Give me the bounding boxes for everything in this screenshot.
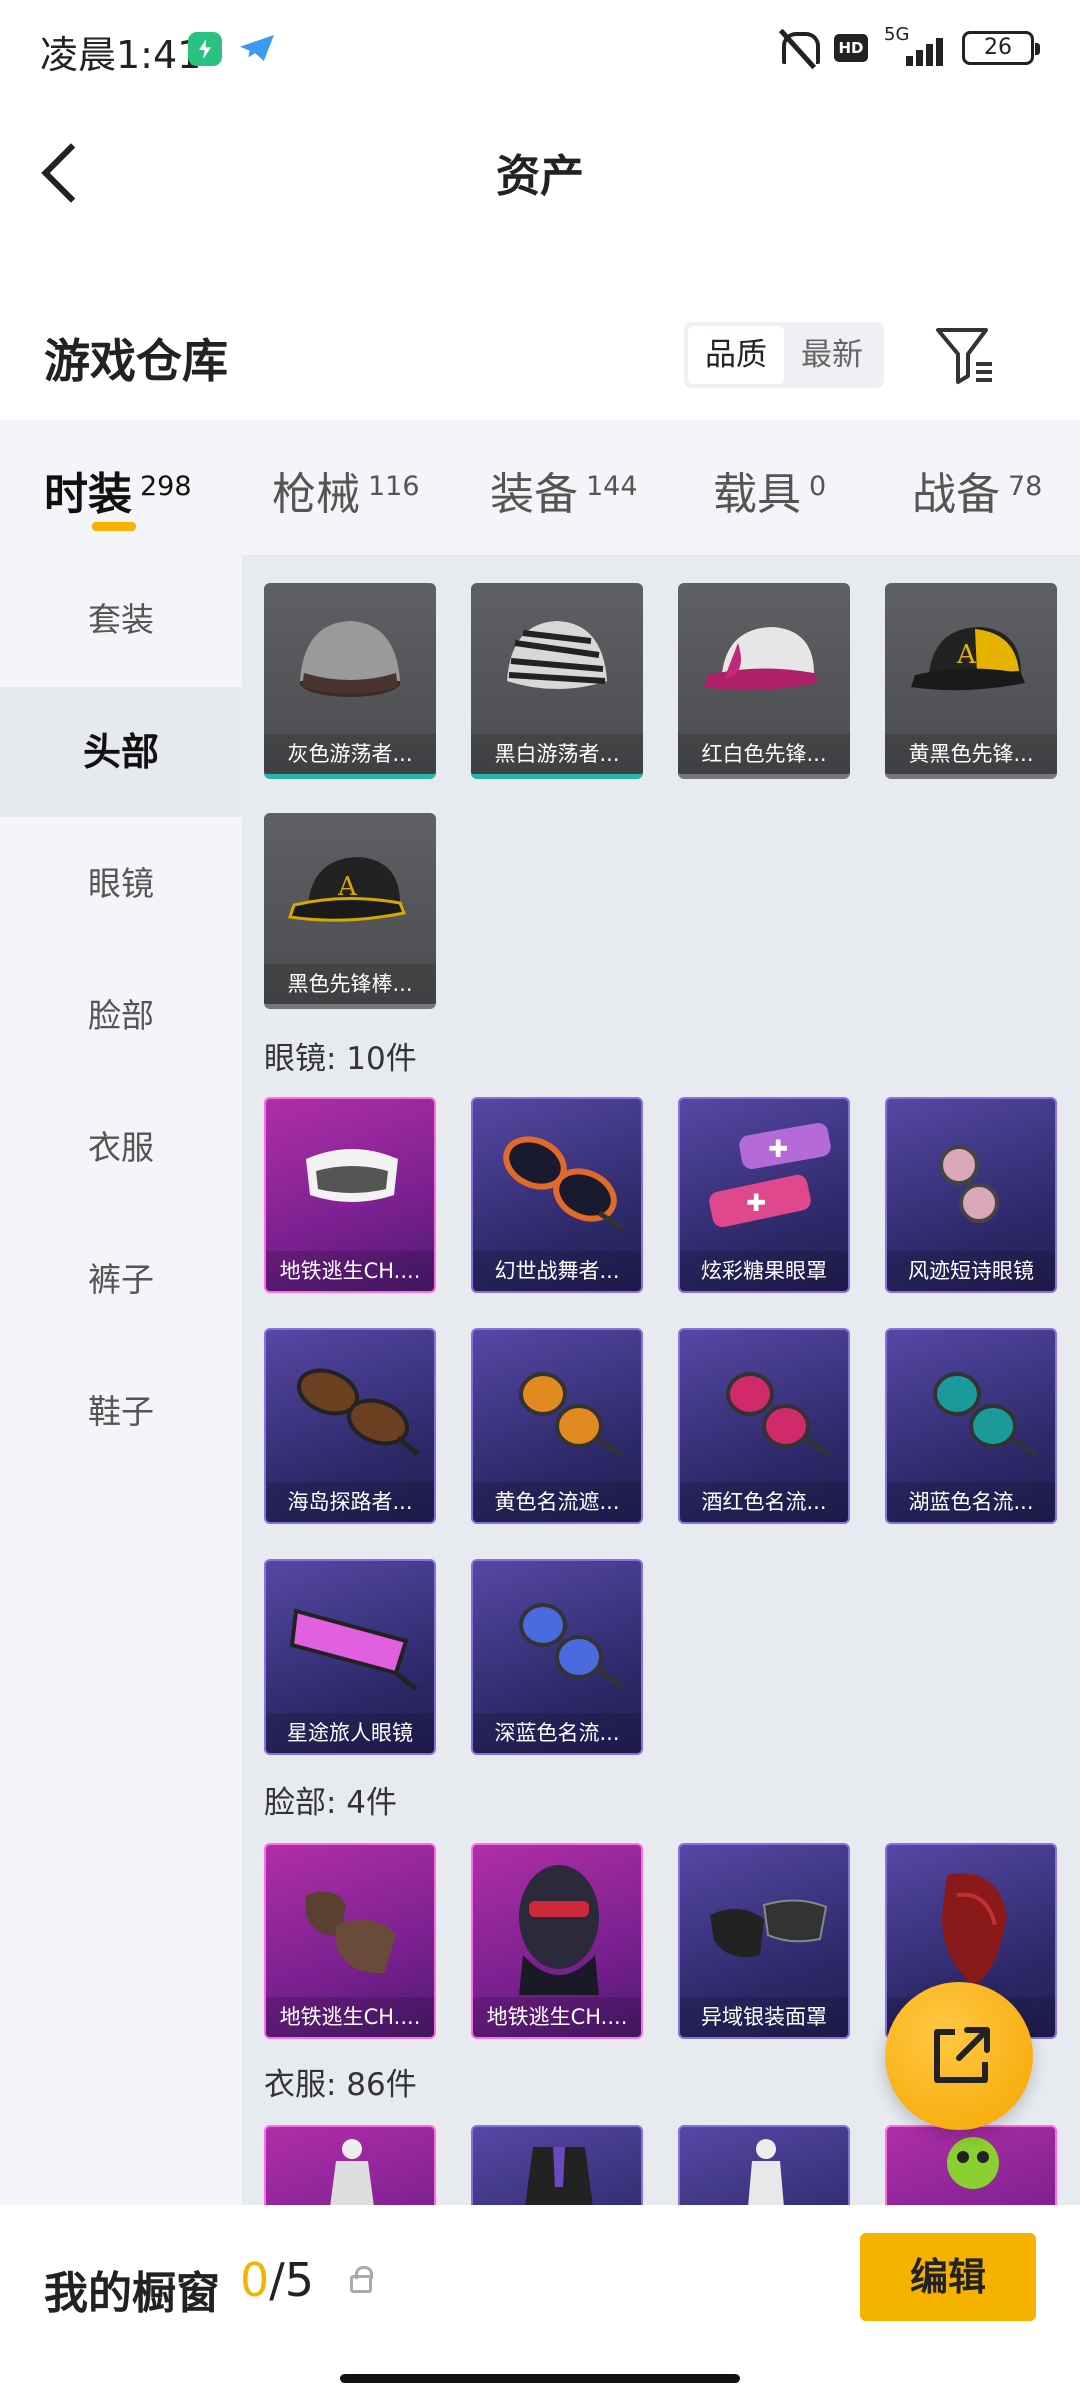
showcase-bar: 我的橱窗 0/5 编辑 <box>0 2205 1080 2400</box>
sidebar: 套装 头部 眼镜 脸部 衣服 裤子 鞋子 <box>0 555 242 2205</box>
item-card[interactable]: 黄色名流遮... <box>471 1328 643 1524</box>
item-card[interactable]: 海岛探路者... <box>264 1328 436 1524</box>
tab-equipment[interactable]: 装备 144 <box>490 458 638 520</box>
item-card[interactable]: 灰色游荡者... <box>264 583 436 779</box>
item-card[interactable]: 地铁逃生CH.... <box>471 1843 643 2039</box>
item-card[interactable]: ✚ ✚ 炫彩糖果眼罩 <box>678 1097 850 1293</box>
status-bar: 凌晨1:41 HD 5G 26 <box>0 0 1080 96</box>
sidebar-item-pants[interactable]: 裤子 <box>0 1215 242 1345</box>
signal-icon: 5G <box>882 24 948 70</box>
item-card[interactable]: 酒红色名流... <box>678 1328 850 1524</box>
item-card[interactable]: 幻世战舞者... <box>471 1097 643 1293</box>
item-card[interactable]: A 黑色先锋棒... <box>264 813 436 1009</box>
item-card[interactable]: 湖蓝色名流... <box>885 1328 1057 1524</box>
item-card[interactable] <box>264 2125 436 2205</box>
status-time: 凌晨1:41 <box>40 33 202 77</box>
item-card[interactable]: 黑白游荡者... <box>471 583 643 779</box>
share-fab-button[interactable] <box>885 1982 1033 2130</box>
item-card[interactable]: 地铁逃生CH.... <box>264 1843 436 2039</box>
item-card[interactable]: 深蓝色名流... <box>471 1559 643 1755</box>
active-tab-indicator <box>92 522 136 531</box>
filter-icon[interactable] <box>930 320 1000 390</box>
app-notification-icon <box>188 32 222 66</box>
tab-vehicles[interactable]: 载具 0 <box>713 458 826 520</box>
tab-supplies[interactable]: 战备 78 <box>912 458 1042 520</box>
warehouse-title: 游戏仓库 <box>44 334 228 388</box>
sort-newest-button[interactable]: 最新 <box>784 326 880 384</box>
svg-text:A: A <box>337 872 358 902</box>
item-card[interactable]: 异域银装面罩 <box>678 1843 850 2039</box>
item-card[interactable] <box>678 2125 850 2205</box>
tab-guns[interactable]: 枪械 116 <box>272 458 420 520</box>
item-grid: 灰色游荡者... 黑白游荡者... 红白色先锋... A 黄黑色先锋... A … <box>242 555 1080 2205</box>
showcase-count: 0/5 <box>240 2253 315 2307</box>
sidebar-item-suit[interactable]: 套装 <box>0 555 242 685</box>
lock-icon <box>350 2266 373 2293</box>
item-card[interactable]: 红白色先锋... <box>678 583 850 779</box>
battery-icon: 26 <box>962 31 1040 65</box>
sidebar-item-head[interactable]: 头部 <box>0 687 242 817</box>
item-card[interactable]: A 黄黑色先锋... <box>885 583 1057 779</box>
sidebar-item-shoes[interactable]: 鞋子 <box>0 1347 242 1477</box>
section-label-clothes: 衣服: 86件 <box>264 2067 417 2103</box>
showcase-title: 我的橱窗 <box>44 2268 220 2319</box>
svg-text:✚: ✚ <box>746 1189 766 1217</box>
sidebar-item-face[interactable]: 脸部 <box>0 951 242 1081</box>
tab-fashion[interactable]: 时装 298 <box>44 458 192 520</box>
send-notification-icon <box>240 33 274 63</box>
mute-icon <box>774 26 820 70</box>
svg-text:✚: ✚ <box>768 1135 788 1163</box>
item-card[interactable]: 星途旅人眼镜 <box>264 1559 436 1755</box>
hd-badge: HD <box>834 34 868 62</box>
item-card[interactable]: 风迹短诗眼镜 <box>885 1097 1057 1293</box>
item-card[interactable] <box>885 2125 1057 2205</box>
edit-button[interactable]: 编辑 <box>860 2233 1036 2321</box>
sidebar-item-clothes[interactable]: 衣服 <box>0 1083 242 1213</box>
sort-toggle: 品质 最新 <box>684 322 884 388</box>
sort-quality-button[interactable]: 品质 <box>688 326 784 384</box>
home-indicator[interactable] <box>340 2374 740 2383</box>
network-type-label: 5G <box>884 24 910 45</box>
section-label-face: 脸部: 4件 <box>264 1785 398 1821</box>
category-tabs: 时装 298 枪械 116 装备 144 载具 0 战备 78 <box>0 420 1080 555</box>
item-card[interactable] <box>471 2125 643 2205</box>
item-card[interactable]: 地铁逃生CH.... <box>264 1097 436 1293</box>
sidebar-item-glasses[interactable]: 眼镜 <box>0 819 242 949</box>
section-label-glasses: 眼镜: 10件 <box>264 1041 417 1077</box>
page-title: 资产 <box>496 151 584 202</box>
svg-text:A: A <box>956 640 977 670</box>
